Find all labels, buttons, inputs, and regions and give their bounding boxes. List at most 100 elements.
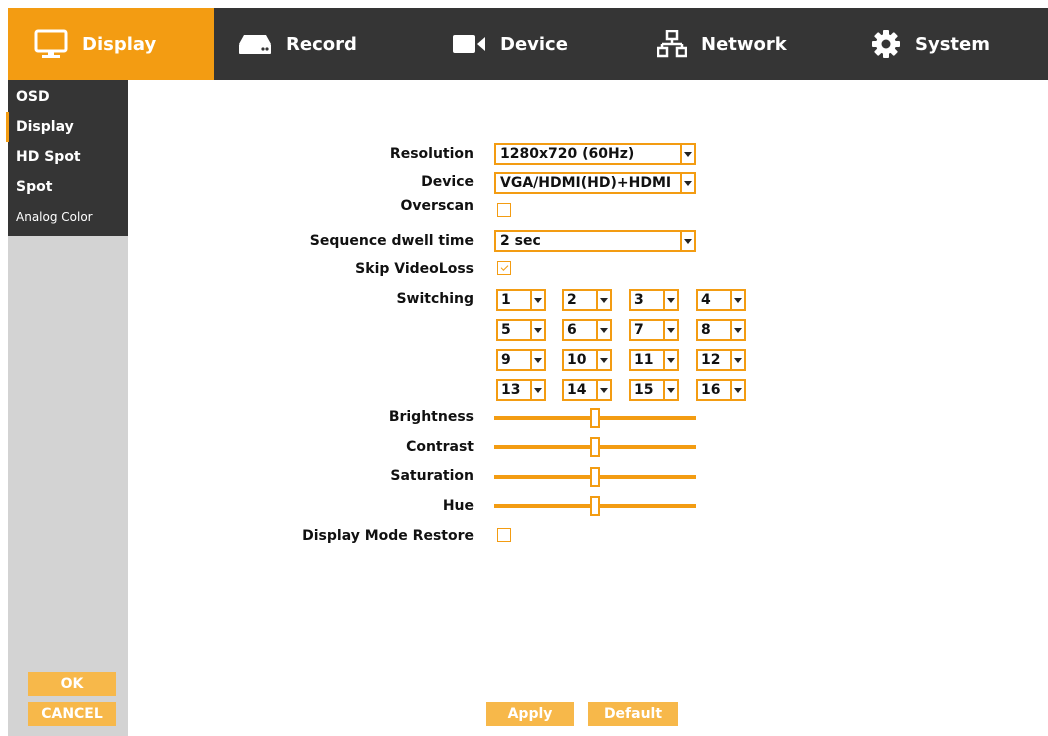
chevron-down-icon [596, 291, 610, 309]
switching-value: 15 [634, 382, 654, 398]
tab-device[interactable]: Device [420, 8, 625, 80]
chevron-down-icon [596, 381, 610, 399]
chevron-down-icon [730, 291, 744, 309]
hue-label: Hue [442, 498, 474, 514]
switching-select[interactable]: 9 [496, 349, 546, 371]
resolution-value: 1280x720 (60Hz) [500, 146, 635, 162]
tab-device-label: Device [500, 33, 568, 55]
switching-value: 8 [701, 322, 711, 338]
hue-slider[interactable] [494, 495, 696, 517]
switching-select[interactable]: 4 [696, 289, 746, 311]
switching-label: Switching [396, 291, 474, 307]
switching-select[interactable]: 5 [496, 319, 546, 341]
switching-value: 2 [567, 292, 577, 308]
chevron-down-icon [680, 174, 694, 192]
switching-value: 1 [501, 292, 511, 308]
tab-network-label: Network [701, 33, 787, 55]
tab-system-label: System [915, 33, 990, 55]
sidebar-item-display[interactable]: Display [6, 112, 128, 142]
device-value: VGA/HDMI(HD)+HDMI [500, 175, 672, 191]
monitor-icon [34, 29, 68, 59]
switching-select[interactable]: 15 [629, 379, 679, 401]
sequence-dwell-label: Sequence dwell time [309, 233, 474, 249]
switching-value: 3 [634, 292, 644, 308]
video-camera-icon [452, 33, 486, 55]
chevron-down-icon [680, 145, 694, 163]
network-icon [657, 30, 687, 58]
chevron-down-icon [596, 321, 610, 339]
slider-handle[interactable] [590, 496, 600, 516]
sequence-dwell-select[interactable]: 2 sec [494, 230, 696, 252]
switching-value: 9 [501, 352, 511, 368]
cancel-button[interactable]: CANCEL [28, 702, 116, 726]
chevron-down-icon [663, 321, 677, 339]
switching-select[interactable]: 11 [629, 349, 679, 371]
contrast-slider[interactable] [494, 436, 696, 458]
slider-handle[interactable] [590, 408, 600, 428]
overscan-checkbox[interactable] [497, 203, 511, 217]
chevron-down-icon [680, 232, 694, 250]
display-mode-restore-label: Display Mode Restore [302, 528, 474, 544]
switching-select[interactable]: 1 [496, 289, 546, 311]
slider-handle[interactable] [590, 437, 600, 457]
switching-value: 10 [567, 352, 587, 368]
device-label: Device [421, 174, 474, 190]
chevron-down-icon [663, 351, 677, 369]
tab-record-label: Record [286, 33, 357, 55]
switching-select[interactable]: 12 [696, 349, 746, 371]
switching-select[interactable]: 8 [696, 319, 746, 341]
tab-network[interactable]: Network [625, 8, 831, 80]
tab-record[interactable]: Record [214, 8, 420, 80]
switching-select[interactable]: 2 [562, 289, 612, 311]
tab-system[interactable]: System [831, 8, 1048, 80]
switching-select[interactable]: 16 [696, 379, 746, 401]
switching-value: 12 [701, 352, 721, 368]
resolution-select[interactable]: 1280x720 (60Hz) [494, 143, 696, 165]
sidebar-menu: OSD Display HD Spot Spot Analog Color [6, 80, 128, 236]
brightness-slider[interactable] [494, 407, 696, 429]
brightness-label: Brightness [388, 409, 474, 425]
contrast-label: Contrast [406, 439, 474, 455]
default-button[interactable]: Default [588, 702, 678, 726]
chevron-down-icon [530, 351, 544, 369]
switching-select[interactable]: 7 [629, 319, 679, 341]
overscan-label: Overscan [400, 198, 474, 214]
sidebar-item-spot[interactable]: Spot [6, 172, 128, 202]
apply-button[interactable]: Apply [486, 702, 574, 726]
sidebar-item-osd[interactable]: OSD [6, 82, 128, 112]
device-select[interactable]: VGA/HDMI(HD)+HDMI [494, 172, 696, 194]
sidebar: OSD Display HD Spot Spot Analog Color OK… [6, 80, 128, 736]
gear-icon [871, 29, 901, 59]
chevron-down-icon [663, 291, 677, 309]
switching-value: 6 [567, 322, 577, 338]
top-nav-bar: Display Record Device Network System [8, 8, 1048, 80]
switching-select[interactable]: 3 [629, 289, 679, 311]
chevron-down-icon [530, 381, 544, 399]
tab-display-label: Display [82, 33, 157, 55]
saturation-label: Saturation [390, 468, 474, 484]
skip-videoloss-label: Skip VideoLoss [355, 261, 474, 277]
chevron-down-icon [730, 351, 744, 369]
switching-value: 4 [701, 292, 711, 308]
display-mode-restore-checkbox[interactable] [497, 528, 511, 542]
ok-button[interactable]: OK [28, 672, 116, 696]
sidebar-item-hd-spot[interactable]: HD Spot [6, 142, 128, 172]
switching-select[interactable]: 10 [562, 349, 612, 371]
slider-handle[interactable] [590, 467, 600, 487]
resolution-label: Resolution [389, 146, 474, 162]
tab-display[interactable]: Display [8, 8, 214, 80]
skip-videoloss-checkbox[interactable] [497, 261, 511, 275]
switching-select[interactable]: 13 [496, 379, 546, 401]
chevron-down-icon [730, 321, 744, 339]
chevron-down-icon [530, 291, 544, 309]
switching-value: 11 [634, 352, 654, 368]
sequence-dwell-value: 2 sec [500, 233, 541, 249]
chevron-down-icon [730, 381, 744, 399]
sidebar-item-analog-color[interactable]: Analog Color [6, 202, 128, 232]
chevron-down-icon [530, 321, 544, 339]
chevron-down-icon [596, 351, 610, 369]
saturation-slider[interactable] [494, 466, 696, 488]
switching-value: 14 [567, 382, 587, 398]
switching-select[interactable]: 6 [562, 319, 612, 341]
switching-select[interactable]: 14 [562, 379, 612, 401]
